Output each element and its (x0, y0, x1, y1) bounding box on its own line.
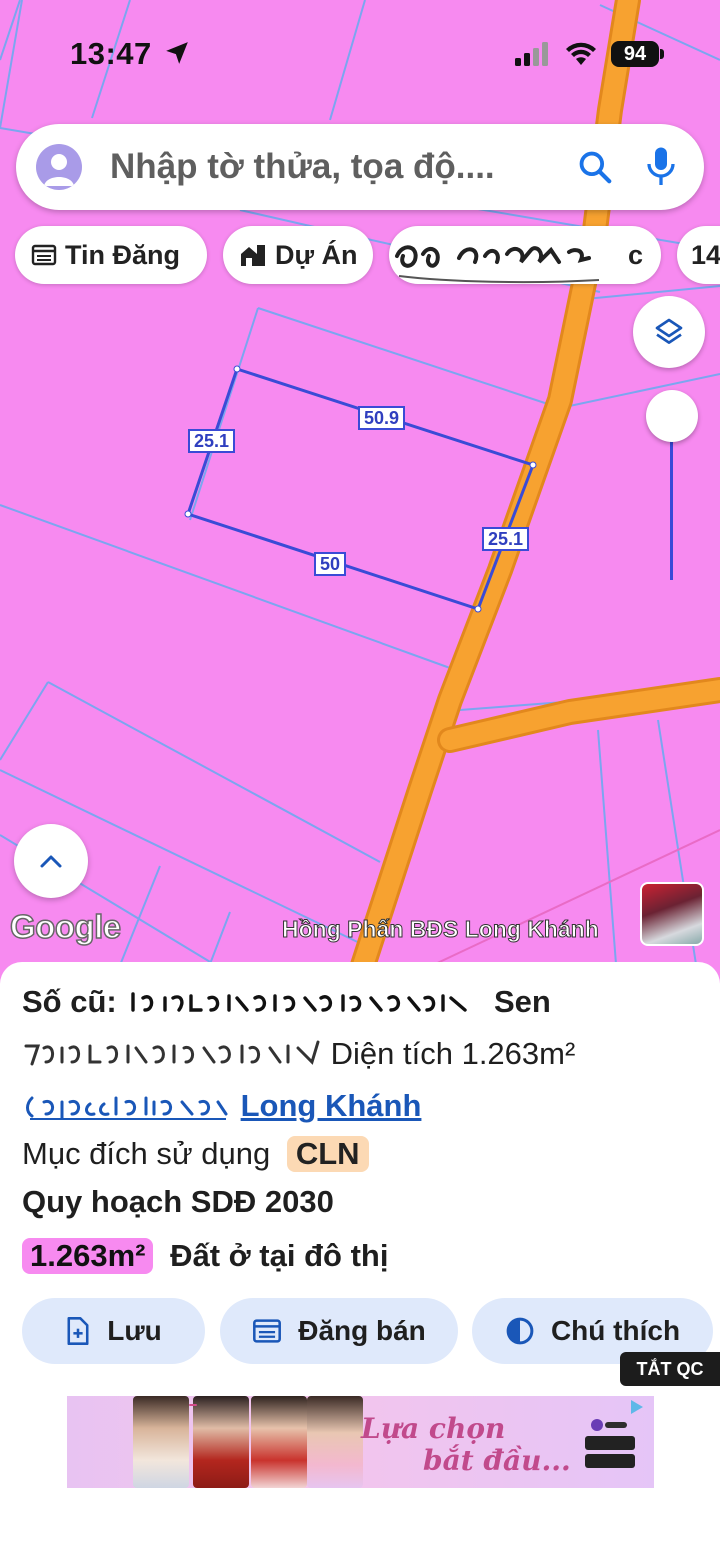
layers-icon (655, 318, 683, 344)
ad-headline: Lựa chọn (361, 1412, 506, 1445)
opacity-slider-track[interactable] (670, 418, 673, 580)
microphone-icon[interactable] (646, 146, 676, 188)
scrambled-text-graphic (131, 992, 468, 1012)
purpose-badge: CLN (286, 1136, 369, 1172)
dimension-label: 25.1 (188, 429, 236, 453)
save-label: Lưu (107, 1315, 162, 1346)
filter-chips: Tin Đăng Dự Án c 14 (0, 226, 720, 284)
action-buttons: Lưu Đăng bán Chú thích (0, 1298, 720, 1364)
save-button[interactable]: Lưu (22, 1298, 205, 1364)
ad-photo (193, 1396, 249, 1488)
scrambled-text-graphic (26, 1096, 228, 1122)
search-bar[interactable] (16, 124, 704, 210)
status-bar: 13:47 94 (0, 0, 720, 100)
search-input[interactable] (110, 146, 580, 188)
dimension-label: 25.1 (482, 527, 530, 551)
ad-photo (307, 1396, 363, 1488)
plan-type: Đất ở tại đô thị (170, 1238, 389, 1273)
district-line: Long Khánh (22, 1088, 421, 1124)
avatar[interactable] (36, 144, 82, 190)
location-arrow-icon (166, 42, 188, 64)
purpose-label: Mục đích sử dụng (22, 1136, 271, 1171)
close-ad-button[interactable]: TẮT QC (620, 1352, 720, 1386)
purpose-line: Mục đích sử dụng CLN (22, 1136, 369, 1172)
dimension-label: 50 (314, 552, 347, 576)
chip-label: c (627, 239, 643, 270)
chevron-up-icon (40, 855, 62, 868)
clock: 13:47 (70, 36, 152, 71)
chip-more[interactable]: 14 (677, 226, 720, 284)
legend-label: Chú thích (550, 1315, 681, 1346)
ad-choices-icon[interactable] (627, 1398, 651, 1416)
ad-tag (189, 1404, 197, 1406)
old-number-suffix: Sen (493, 984, 551, 1019)
search-icon[interactable] (576, 148, 614, 186)
contrast-icon (505, 1316, 535, 1346)
chip-label: 14 (691, 239, 720, 270)
cellular-signal-icon (515, 42, 548, 66)
district-link[interactable]: Long Khánh (241, 1088, 422, 1123)
plan-area-badge: 1.263m² (22, 1238, 154, 1274)
building-icon (239, 242, 267, 268)
chip-label: Dự Án (275, 239, 358, 270)
chip-label: Tin Đăng (65, 239, 181, 270)
google-logo: Google (9, 907, 122, 946)
google-play-badge (585, 1436, 635, 1450)
ad-photo (133, 1396, 189, 1488)
listing-icon (252, 1317, 282, 1345)
ad-subheadline: bắt đầu... (423, 1444, 571, 1477)
chip-tin-dang[interactable]: Tin Đăng (15, 226, 207, 284)
chip-scrambled[interactable]: c (389, 226, 661, 284)
thumbnail-image[interactable] (640, 882, 704, 946)
ad-photo (251, 1396, 307, 1488)
old-number-label: Số cũ: (22, 984, 117, 1019)
ad-banner[interactable]: Lựa chọn bắt đầu... (67, 1396, 654, 1488)
listing-icon (31, 243, 57, 267)
area-label: Diện tích 1.263m² (330, 1036, 576, 1071)
map-watermark: Hồng Phấn BĐS Long Khánh (282, 916, 600, 943)
area-line: Diện tích 1.263m² (22, 1036, 575, 1072)
expand-panel-button[interactable] (14, 824, 88, 898)
layers-button[interactable] (633, 296, 705, 368)
plot-vertices (184, 365, 537, 613)
selected-plot (186, 367, 535, 611)
chip-du-an[interactable]: Dự Án (223, 226, 373, 284)
wifi-icon (566, 42, 596, 65)
scribble-graphic (395, 245, 600, 284)
battery-indicator: 94 (611, 41, 659, 67)
app-store-badge (585, 1454, 635, 1468)
dimension-label: 50.9 (358, 406, 406, 430)
post-label: Đăng bán (298, 1315, 426, 1346)
old-number-line: Số cũ: Sen (22, 984, 551, 1020)
user-icon (44, 154, 74, 186)
plan-detail-line: 1.263m² Đất ở tại đô thị (22, 1238, 388, 1274)
plan-title: Quy hoạch SDĐ 2030 (22, 1184, 334, 1219)
ad-app-logo (591, 1419, 627, 1431)
scrambled-text-graphic (24, 1040, 320, 1066)
map-view[interactable]: 25.1 50.9 25.1 50 13:47 94 Nhập tờ thửa,… (0, 0, 720, 990)
post-for-sale-button[interactable]: Đăng bán (220, 1298, 458, 1364)
battery-tip (660, 49, 664, 59)
file-add-icon (65, 1316, 91, 1346)
plot-info-panel: Số cũ: Sen Diện tích 1.263m² Long Khánh … (0, 962, 720, 1382)
opacity-slider-thumb[interactable] (646, 390, 698, 442)
